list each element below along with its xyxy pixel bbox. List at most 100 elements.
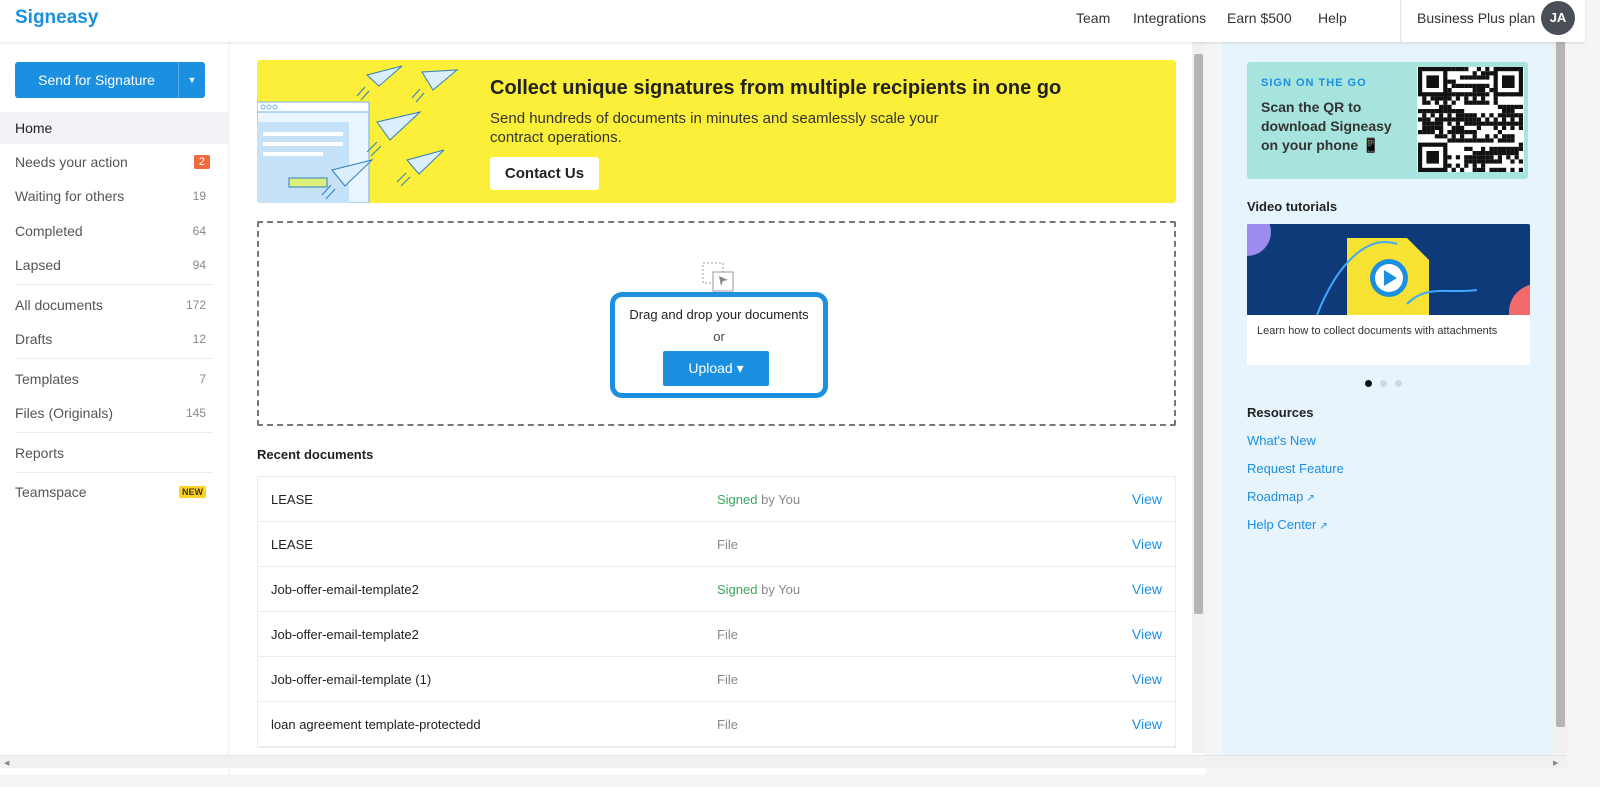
view-link[interactable]: View [1132,671,1162,687]
table-row[interactable]: Job-offer-email-template (1) File View [258,657,1175,702]
account-area[interactable]: Business Plus plan JA [1400,0,1585,42]
sidebar-item-label: Reports [15,445,65,461]
table-row[interactable]: Job-offer-email-template2 File View [258,612,1175,657]
sidebar-item-label: Files (Originals) [15,405,114,421]
logo[interactable]: Signeasy [15,7,98,29]
table-row[interactable]: LEASE File View [258,522,1175,567]
sidebar-item-completed[interactable]: Completed 64 [0,215,228,247]
nav-earn[interactable]: Earn $500 [1227,10,1292,26]
status-detail: by You [757,582,801,597]
sidebar-item-count: 19 [192,189,206,203]
scroll-left-icon[interactable]: ◀ [4,759,9,767]
table-row[interactable]: loan agreement template-protectedd File … [258,702,1175,747]
signed-label: Signed [717,582,758,597]
signed-label: Signed [717,492,758,507]
document-name[interactable]: Job-offer-email-template2 [271,582,419,597]
carousel-dot[interactable] [1365,380,1372,387]
sidebar-item-label: Home [15,120,53,136]
upload-dropzone[interactable]: Drag and drop your documents or Upload ▾ [257,221,1176,426]
help-center-label: Help Center [1247,517,1317,532]
resources-title: Resources [1247,405,1314,420]
status-detail: by You [757,492,801,507]
page-scrollbar[interactable] [1554,0,1567,753]
carousel-dots [1365,374,1410,392]
document-name[interactable]: LEASE [271,537,313,552]
sidebar-item-label: Needs your action [15,154,128,170]
carousel-dot[interactable] [1395,380,1402,387]
status-detail: File [717,717,738,732]
or-text: or [713,329,725,344]
sidebar-divider [15,284,213,285]
view-link[interactable]: View [1132,581,1162,597]
scroll-right-icon[interactable]: ▶ [1553,759,1558,767]
sidebar-item-teamspace[interactable]: Teamspace NEW [0,476,228,508]
play-icon [1370,259,1408,297]
document-status: File [717,537,738,552]
plan-label: Business Plus plan [1417,10,1536,26]
status-detail: File [717,672,738,687]
main-content: Collect unique signatures from multiple … [230,42,1205,775]
sidebar-item-templates[interactable]: Templates 7 [0,363,228,395]
video-thumbnail[interactable] [1247,224,1530,315]
sidebar-item-reports[interactable]: Reports [0,437,228,469]
sidebar-item-needs-your-action[interactable]: Needs your action 2 [0,146,228,178]
table-row[interactable]: Job-offer-email-template2 Signed by You … [258,567,1175,612]
roadmap-link[interactable]: Roadmap ↗ [1247,489,1315,504]
avatar[interactable]: JA [1541,1,1575,35]
recent-documents-title: Recent documents [257,447,374,462]
new-badge: NEW [179,486,206,498]
view-link[interactable]: View [1132,491,1162,507]
sidebar-item-files-originals[interactable]: Files (Originals) 145 [0,397,228,429]
contact-us-button[interactable]: Contact Us [490,157,599,190]
document-status: Signed by You [717,582,800,597]
sidebar-item-count: 64 [192,224,206,238]
document-name[interactable]: Job-offer-email-template (1) [271,672,431,687]
nav-team[interactable]: Team [1076,10,1110,26]
carousel-dot[interactable] [1380,380,1387,387]
send-options-dropdown[interactable]: ▼ [178,62,205,98]
external-link-icon: ↗ [1306,493,1315,504]
banner-illustration [257,65,459,203]
drag-drop-text: Drag and drop your documents [629,307,809,322]
sidebar-item-count: 145 [185,406,206,420]
sidebar-divider [15,358,213,359]
document-status: Signed by You [717,492,800,507]
sidebar-item-label: Teamspace [15,484,87,500]
sidebar-item-waiting-for-others[interactable]: Waiting for others 19 [0,180,228,212]
nav-help[interactable]: Help [1318,10,1347,26]
video-tutorials-title: Video tutorials [1247,199,1338,214]
document-name[interactable]: LEASE [271,492,313,507]
view-link[interactable]: View [1132,716,1162,732]
sidebar-item-count: 7 [199,372,206,386]
sidebar-item-label: Waiting for others [15,188,125,204]
document-name[interactable]: loan agreement template-protectedd [271,717,481,732]
sidebar-item-drafts[interactable]: Drafts 12 [0,323,228,355]
video-tutorial-card[interactable]: Learn how to collect documents with atta… [1247,224,1530,365]
sidebar-item-all-documents[interactable]: All documents 172 [0,289,228,321]
status-detail: File [717,537,738,552]
table-row[interactable]: LEASE Signed by You View [258,477,1175,522]
request-feature-link[interactable]: Request Feature [1247,461,1344,476]
help-center-link[interactable]: Help Center ↗ [1247,517,1328,532]
upload-button[interactable]: Upload ▾ [663,351,769,386]
sidebar-item-home[interactable]: Home [0,112,228,144]
document-status: File [717,672,738,687]
banner-title: Collect unique signatures from multiple … [490,77,1062,99]
document-name[interactable]: Job-offer-email-template2 [271,627,419,642]
horizontal-scrollbar[interactable]: ◀ ▶ [0,755,1567,768]
view-link[interactable]: View [1132,626,1162,642]
main-scrollbar-thumb[interactable] [1194,54,1203,614]
send-for-signature-button[interactable]: Send for Signature ▼ [15,62,205,98]
document-status: File [717,627,738,642]
main-scrollbar[interactable] [1192,42,1205,753]
sidebar-item-lapsed[interactable]: Lapsed 94 [0,249,228,281]
sidebar-item-label: Lapsed [15,257,61,273]
send-for-signature-label[interactable]: Send for Signature [15,62,178,98]
view-link[interactable]: View [1132,536,1162,552]
nav-integrations[interactable]: Integrations [1133,10,1206,26]
promo-banner: Collect unique signatures from multiple … [257,60,1176,203]
page-scrollbar-thumb[interactable] [1556,2,1565,727]
sidebar-divider [15,472,213,473]
sidebar-item-count: 12 [192,332,206,346]
whats-new-link[interactable]: What's New [1247,433,1316,448]
